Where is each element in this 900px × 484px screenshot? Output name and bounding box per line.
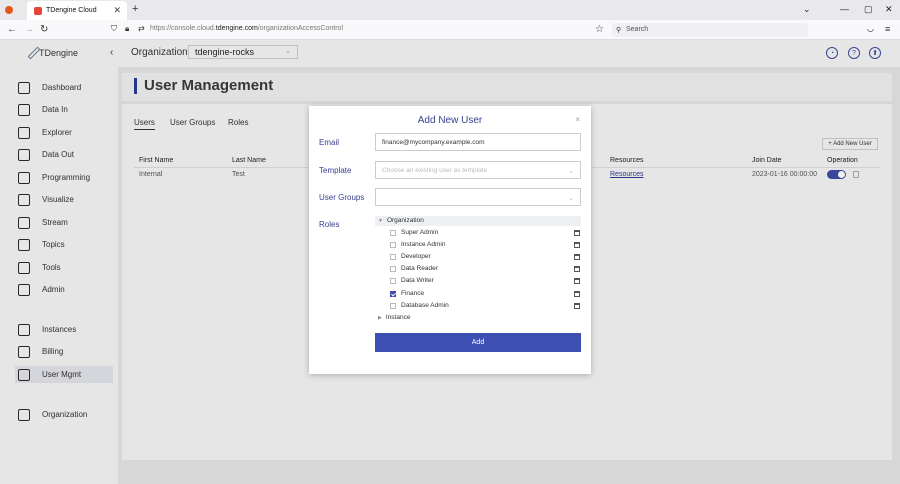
browser-nav-bar: ← → ↻ ⛉ 🔒︎ ⇄ https://console.cloud.tdeng… — [0, 20, 900, 40]
role-database-admin[interactable]: Database Admin — [390, 301, 582, 311]
resource-calendar-icon[interactable] — [574, 278, 580, 284]
resource-calendar-icon[interactable] — [574, 230, 580, 236]
url-bar[interactable]: https://console.cloud.tdengine.com/organ… — [150, 25, 343, 32]
role-label: Finance — [401, 290, 425, 297]
template-placeholder: Choose an existing user as template — [382, 167, 488, 174]
bookmark-star-icon[interactable]: ☆ — [595, 24, 604, 35]
search-icon: ⚲ — [616, 27, 622, 34]
role-checkbox[interactable] — [390, 266, 396, 272]
browser-search-input[interactable]: Search — [612, 23, 808, 37]
chevron-down-icon: ⌄ — [568, 168, 574, 175]
template-label: Template — [319, 166, 352, 175]
user-groups-label: User Groups — [319, 193, 365, 202]
role-checkbox[interactable] — [390, 230, 396, 236]
tdengine-favicon-icon — [34, 6, 42, 15]
resource-calendar-icon[interactable] — [574, 266, 580, 272]
chevron-down-icon: ⌄ — [568, 195, 574, 202]
caret-right-icon[interactable]: ▶ — [378, 315, 382, 321]
new-tab-icon[interactable]: + — [132, 3, 138, 15]
email-label: Email — [319, 138, 340, 147]
tree-node-organization[interactable]: ▼ Organization — [375, 216, 581, 226]
caret-down-icon[interactable]: ▼ — [378, 218, 383, 224]
role-checkbox-checked[interactable] — [390, 291, 396, 297]
browser-tab[interactable]: TDengine Cloud ✕ — [27, 1, 127, 20]
email-field[interactable]: finance@mycompany.example.com — [375, 133, 581, 151]
roles-label: Roles — [319, 220, 340, 229]
tab-title: TDengine Cloud — [46, 7, 97, 14]
dialog-title: Add New User — [417, 115, 483, 126]
role-checkbox[interactable] — [390, 303, 396, 309]
role-checkbox[interactable] — [390, 254, 396, 260]
resource-calendar-icon[interactable] — [574, 303, 580, 309]
role-label: Data Writer — [401, 277, 434, 284]
user-groups-select[interactable]: ⌄ — [375, 188, 581, 206]
role-label: Developer — [401, 253, 431, 260]
email-value: finance@mycompany.example.com — [382, 139, 485, 146]
restore-icon[interactable]: ▢ — [864, 4, 873, 15]
forward-icon[interactable]: → — [24, 24, 34, 35]
tab-list-icon[interactable]: ⌄ — [803, 4, 811, 15]
tree-node-instance[interactable]: ▶ Instance — [375, 313, 581, 323]
role-label: Database Admin — [401, 302, 449, 309]
close-icon[interactable]: × — [575, 115, 580, 124]
role-data-reader[interactable]: Data Reader — [390, 264, 582, 274]
tree-node-label: Instance — [385, 314, 411, 321]
firefox-icon[interactable] — [5, 6, 13, 14]
minimize-icon[interactable]: — — [840, 4, 849, 14]
role-checkbox[interactable] — [390, 278, 396, 284]
lock-icon[interactable]: 🔒︎ — [125, 24, 129, 34]
role-checkbox[interactable] — [390, 242, 396, 248]
role-super-admin[interactable]: Super Admin — [390, 228, 582, 238]
permissions-icon[interactable]: ⇄ — [138, 24, 145, 33]
role-instance-admin[interactable]: Instance Admin — [390, 240, 582, 250]
resource-calendar-icon[interactable] — [574, 291, 580, 297]
add-button[interactable]: Add — [375, 333, 581, 352]
role-label: Super Admin — [401, 229, 439, 236]
window-close-icon[interactable]: ✕ — [885, 4, 893, 15]
menu-icon[interactable]: ≡ — [885, 24, 890, 34]
shield-icon[interactable]: ⛉ — [111, 24, 117, 34]
resource-calendar-icon[interactable] — [574, 254, 580, 260]
back-icon[interactable]: ← — [7, 24, 17, 35]
close-tab-icon[interactable]: ✕ — [113, 5, 121, 16]
role-label: Instance Admin — [401, 241, 446, 248]
browser-tab-bar: TDengine Cloud ✕ + ⌄ — ▢ ✕ — [0, 0, 900, 20]
role-data-writer[interactable]: Data Writer — [390, 276, 582, 286]
browser-search-placeholder: Search — [626, 26, 649, 33]
reload-icon[interactable]: ↻ — [40, 24, 48, 35]
role-developer[interactable]: Developer — [390, 252, 582, 262]
resource-calendar-icon[interactable] — [574, 242, 580, 248]
template-select[interactable]: Choose an existing user as template ⌄ — [375, 161, 581, 179]
tree-node-label: Organization — [386, 217, 424, 224]
role-label: Data Reader — [401, 265, 438, 272]
pocket-icon[interactable]: ◡ — [867, 24, 874, 33]
role-finance[interactable]: Finance — [390, 289, 582, 299]
